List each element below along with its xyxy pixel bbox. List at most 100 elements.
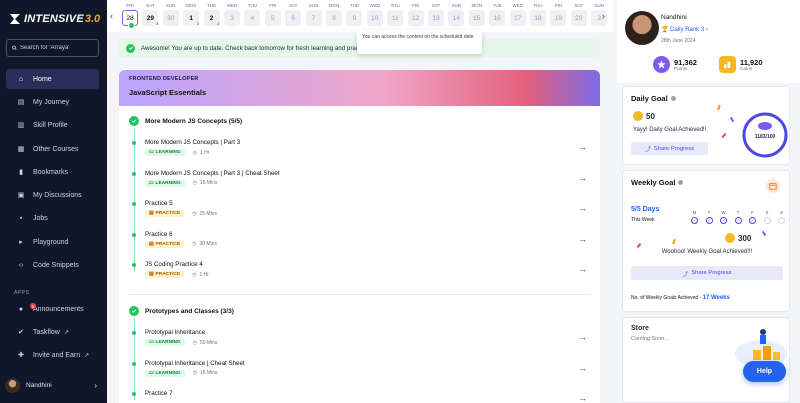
date-item[interactable]: TUE 2 2: [203, 3, 221, 26]
date-item[interactable]: TUE 9: [345, 3, 363, 26]
chevron-left-icon[interactable]: ‹: [110, 11, 113, 21]
sidebar-item-playground[interactable]: ▸ Playground: [6, 232, 99, 252]
date-item[interactable]: MON 15: [468, 3, 486, 26]
date-item[interactable]: SAT 20: [570, 3, 588, 26]
date-number-text: 11: [391, 14, 399, 22]
daily-goal-progress-text: 1183/100: [754, 134, 776, 140]
date-item[interactable]: SUN 3: [590, 3, 608, 26]
daily-goal-title-text: Daily Goal: [631, 94, 668, 103]
date-item[interactable]: WED 17: [509, 3, 527, 26]
search-icon: [12, 45, 17, 51]
date-item[interactable]: TUE 16: [488, 3, 506, 26]
lesson-status-dot: [132, 141, 136, 145]
date-number: 22: [203, 10, 220, 26]
date-item[interactable]: FRI 12: [407, 3, 425, 26]
points-stat: 91,362 Points: [653, 56, 697, 73]
practice-icon: ▤: [149, 211, 154, 216]
arrow-right-icon[interactable]: →: [578, 393, 587, 403]
weekday-status: M ✓: [690, 210, 699, 224]
arrow-right-icon[interactable]: →: [578, 264, 587, 274]
sidebar-item-my-journey[interactable]: ▤ My Journey: [6, 92, 99, 112]
empty-circle-icon: [763, 217, 771, 224]
date-weekday: FRI: [411, 3, 420, 8]
sidebar-item-announcements[interactable]: ● 5 Announcements: [6, 299, 99, 319]
lesson-duration: 25 Mins: [199, 210, 217, 217]
user-menu[interactable]: Nandhini ›: [5, 377, 101, 393]
avatar[interactable]: [625, 11, 659, 45]
sidebar-item-jobs[interactable]: ▪ Jobs: [6, 208, 99, 228]
check-icon: ✓: [749, 217, 756, 224]
daily-rank[interactable]: 🏆 Daily Rank 3 ›: [661, 26, 708, 33]
date-item[interactable]: SUN 7: [305, 3, 323, 26]
date-item[interactable]: MON 1 2: [182, 3, 200, 26]
date-number-text: 9: [352, 14, 357, 22]
lesson-row[interactable]: More Modern JS Concepts | Part 3 ▭ LEARNIN…: [132, 139, 593, 163]
info-icon[interactable]: [678, 180, 684, 185]
date-item[interactable]: SAT 13: [427, 3, 445, 26]
lesson-row[interactable]: More Modern JS Concepts | Part 3 | Cheat…: [132, 170, 593, 194]
sidebar-item-bookmarks[interactable]: ▮ Bookmarks: [6, 162, 99, 182]
date-item[interactable]: FRI 19: [549, 3, 567, 26]
search-box[interactable]: [6, 39, 99, 57]
date-item[interactable]: SAT 29 3: [141, 3, 159, 26]
brand-mark-icon: [10, 14, 20, 24]
help-button[interactable]: Help: [743, 361, 786, 382]
date-weekday: MON: [471, 3, 483, 8]
share-progress-button[interactable]: ⤴ Share Progress: [631, 142, 708, 155]
date-item[interactable]: SUN 14: [447, 3, 465, 26]
date-number-text: 28: [126, 14, 134, 22]
lesson-row[interactable]: Practice 6 ▤ PRACTICE ◷ 30 Mins →: [132, 231, 593, 255]
coin-icon: [633, 111, 643, 121]
info-icon[interactable]: [670, 96, 676, 101]
brand-logo[interactable]: INTENSIVE 3.0: [8, 9, 100, 29]
sidebar-item-my-discussions[interactable]: ▣ My Discussions: [6, 185, 99, 205]
sidebar-item-invite-and-earn[interactable]: ✚ Invite and Earn ↗: [6, 345, 99, 365]
lesson-row[interactable]: Practice 5 ▤ PRACTICE ◷ 25 Mins →: [132, 200, 593, 224]
date-item[interactable]: MON 8: [325, 3, 343, 26]
date-weekday: MON: [185, 3, 197, 8]
date-number-text: 16: [493, 14, 501, 22]
sidebar-item-other-courses[interactable]: ▦ Other Courses: [6, 139, 99, 159]
date-item[interactable]: FRI 28: [121, 3, 139, 29]
lesson-row[interactable]: Prototypal Inheritance ▭ LEARNING ◷ 50 Mins →: [132, 329, 593, 353]
date-item[interactable]: SAT 6: [284, 3, 302, 26]
sidebar-item-code-snippets[interactable]: ‹› Code Snippets: [6, 255, 99, 275]
module-title: Prototypes and Classes (3/3): [145, 307, 234, 315]
date-weekday: THU: [533, 3, 543, 8]
date-item[interactable]: SUN 30: [162, 3, 180, 26]
arrow-right-icon[interactable]: →: [578, 363, 587, 373]
date-item[interactable]: THU 18: [529, 3, 547, 26]
search-input[interactable]: [20, 45, 98, 51]
weekly-goal-message: Woohoo! Weekly Goal Achieved!!!: [661, 249, 753, 255]
sidebar-item-taskflow[interactable]: ✔ Taskflow ↗: [6, 322, 99, 342]
lesson-meta: ▭ LEARNING ◷ 15 Mins: [145, 369, 218, 377]
arrow-right-icon[interactable]: →: [578, 203, 587, 213]
share-progress-button[interactable]: ⤴ Share Progress: [631, 266, 783, 280]
module-header[interactable]: More Modern JS Concepts (5/5): [129, 116, 242, 126]
lesson-meta: ▭ LEARNING ◷ 1 Hr: [145, 149, 209, 156]
lesson-row[interactable]: Prototypal Inheritance | Cheat Sheet ▭ LEA…: [132, 360, 593, 384]
sidebar-item-home[interactable]: ⌂ Home: [6, 69, 99, 89]
arrow-right-icon[interactable]: →: [578, 332, 587, 342]
practice-badge: ▤ PRACTICE: [145, 271, 185, 278]
weekday-label: S: [780, 210, 783, 215]
date-item[interactable]: THU 4: [243, 3, 261, 26]
arrow-right-icon[interactable]: →: [578, 142, 587, 152]
date-item[interactable]: WED 3: [223, 3, 241, 26]
sidebar-item-label: Home: [33, 75, 52, 83]
lesson-row[interactable]: Practice 7 →: [132, 390, 593, 403]
weekly-goal-days: 5/5 Days: [631, 206, 660, 213]
module-header[interactable]: Prototypes and Classes (3/3): [129, 306, 234, 316]
star-icon: [653, 56, 670, 73]
course-track: FRONTEND DEVELOPER: [129, 76, 199, 82]
arrow-right-icon[interactable]: →: [578, 173, 587, 183]
date-item[interactable]: THU 11: [386, 3, 404, 26]
arrow-right-icon[interactable]: →: [578, 234, 587, 244]
chevron-right-icon[interactable]: ›: [602, 11, 605, 21]
user-name: Nandhini: [26, 381, 52, 389]
date-item[interactable]: WED 10: [366, 3, 384, 26]
sidebar-item-skill-profile[interactable]: ▥ Skill Profile: [6, 115, 99, 135]
lesson-row[interactable]: JS Coding Practice 4 ▤ PRACTICE ◷ 1 Hr →: [132, 261, 593, 285]
date-item[interactable]: FRI 5: [264, 3, 282, 26]
date-weekday: SUN: [308, 3, 319, 8]
